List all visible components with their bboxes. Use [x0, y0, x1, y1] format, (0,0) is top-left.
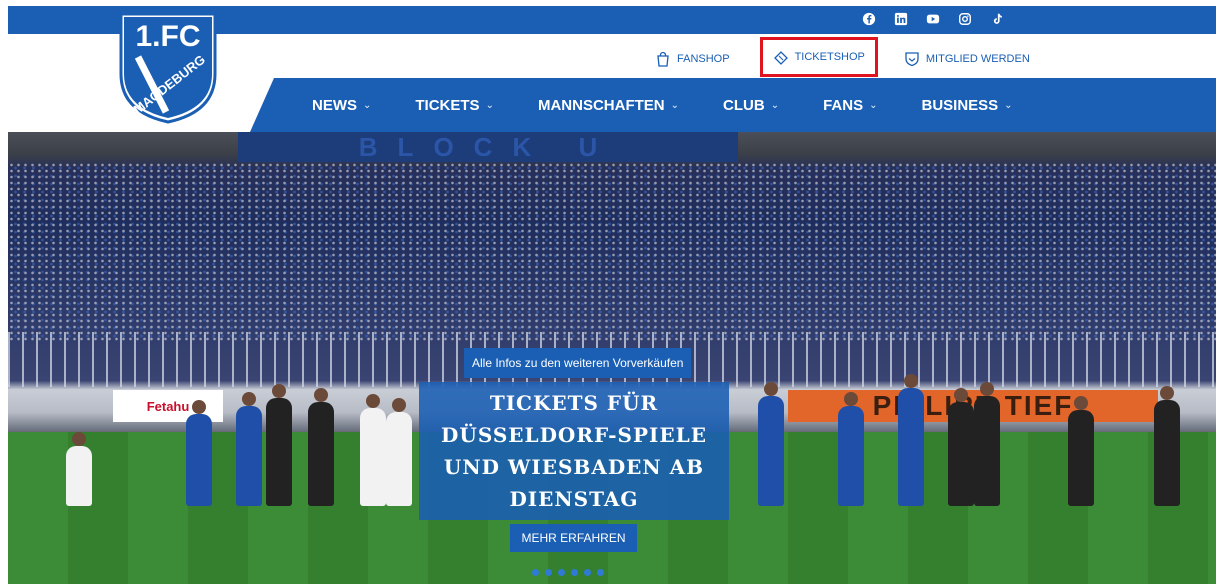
player-figure [838, 392, 864, 506]
player-figure [66, 432, 92, 506]
chevron-down-icon: ⌄ [485, 99, 494, 111]
slider-dot[interactable] [532, 569, 539, 576]
ticketshop-link[interactable]: TICKETSHOP [759, 36, 878, 77]
player-figure [1154, 386, 1180, 506]
chevron-down-icon: ⌄ [363, 99, 372, 111]
player-figure [948, 388, 974, 506]
youtube-icon[interactable] [924, 10, 942, 28]
nav-fans-label: FANS [823, 96, 864, 114]
player-figure [186, 400, 212, 506]
hero-title: TICKETS FÜR DÜSSELDORF-SPIELE UND WIESBA… [441, 387, 707, 515]
nav-business[interactable]: BUSINESS ⌄ [921, 97, 1012, 114]
crowd-image [8, 162, 1216, 342]
slider-dot[interactable] [584, 569, 591, 576]
ticket-icon [773, 50, 788, 65]
chevron-down-icon: ⌄ [770, 99, 780, 111]
player-figure [266, 384, 292, 506]
nav-mannschaften[interactable]: MANNSCHAFTEN ⌄ [538, 97, 679, 114]
nav-fans[interactable]: FANS ⌄ [823, 97, 877, 114]
social-links [860, 10, 1006, 28]
fanshop-label: FANSHOP [677, 53, 730, 65]
utility-links: FANSHOP TICKETSHOP MITGLIED WERDEN [655, 36, 1030, 77]
player-figure [386, 398, 412, 506]
logo-top-text: 1.FC [135, 20, 200, 53]
nav-news-label: NEWS [312, 96, 357, 114]
player-figure [974, 382, 1000, 506]
chevron-down-icon: ⌄ [670, 99, 680, 111]
chevron-down-icon: ⌄ [869, 99, 878, 111]
shield-icon [905, 52, 919, 67]
hero-tag: Alle Infos zu den weiteren Vorverkäufen [464, 348, 692, 378]
nav-club-label: CLUB [723, 96, 765, 114]
ticketshop-label: TICKETSHOP [794, 50, 865, 63]
read-more-button[interactable]: MEHR ERFAHREN [510, 524, 637, 552]
slider-dot[interactable] [571, 569, 578, 576]
chevron-down-icon: ⌄ [1004, 99, 1013, 111]
member-link[interactable]: MITGLIED WERDEN [904, 44, 1030, 74]
member-label: MITGLIED WERDEN [925, 53, 1030, 65]
shopping-bag-icon [657, 51, 669, 67]
player-figure [308, 388, 334, 506]
hero-title-line: DÜSSELDORF-SPIELE [441, 423, 707, 447]
player-figure [360, 394, 386, 506]
hero-title-line: UND WIESBADEN AB [443, 455, 705, 479]
nav-mannschaften-label: MANNSCHAFTEN [537, 96, 665, 114]
nav-tickets-label: TICKETS [415, 96, 480, 114]
slider-dot[interactable] [558, 569, 565, 576]
nav-club[interactable]: CLUB ⌄ [723, 97, 779, 114]
hero-title-line: DIENSTAG [509, 487, 639, 511]
player-figure [236, 392, 262, 506]
instagram-icon[interactable] [956, 10, 974, 28]
club-logo[interactable]: 1.FC MAGDEBURG [118, 12, 218, 124]
slider-dot[interactable] [597, 569, 604, 576]
fanshop-link[interactable]: FANSHOP [655, 44, 730, 74]
hero-caption: TICKETS FÜR DÜSSELDORF-SPIELE UND WIESBA… [419, 382, 729, 520]
stadium-banner: BLOCK U [238, 132, 738, 162]
player-figure [898, 374, 924, 506]
nav-tickets[interactable]: TICKETS ⌄ [415, 97, 494, 114]
facebook-icon[interactable] [860, 10, 878, 28]
player-figure [758, 382, 784, 506]
hero-title-line: TICKETS FÜR [489, 391, 659, 415]
tiktok-icon[interactable] [988, 10, 1006, 28]
nav-business-label: BUSINESS [921, 96, 999, 114]
linkedin-icon[interactable] [892, 10, 910, 28]
slider-dots [532, 569, 604, 576]
main-navigation: NEWS ⌄ TICKETS ⌄ MANNSCHAFTEN ⌄ CLUB ⌄ FANS ⌄… [312, 78, 1013, 132]
player-figure [1068, 396, 1094, 506]
slider-dot[interactable] [545, 569, 552, 576]
nav-news[interactable]: NEWS ⌄ [312, 97, 371, 114]
